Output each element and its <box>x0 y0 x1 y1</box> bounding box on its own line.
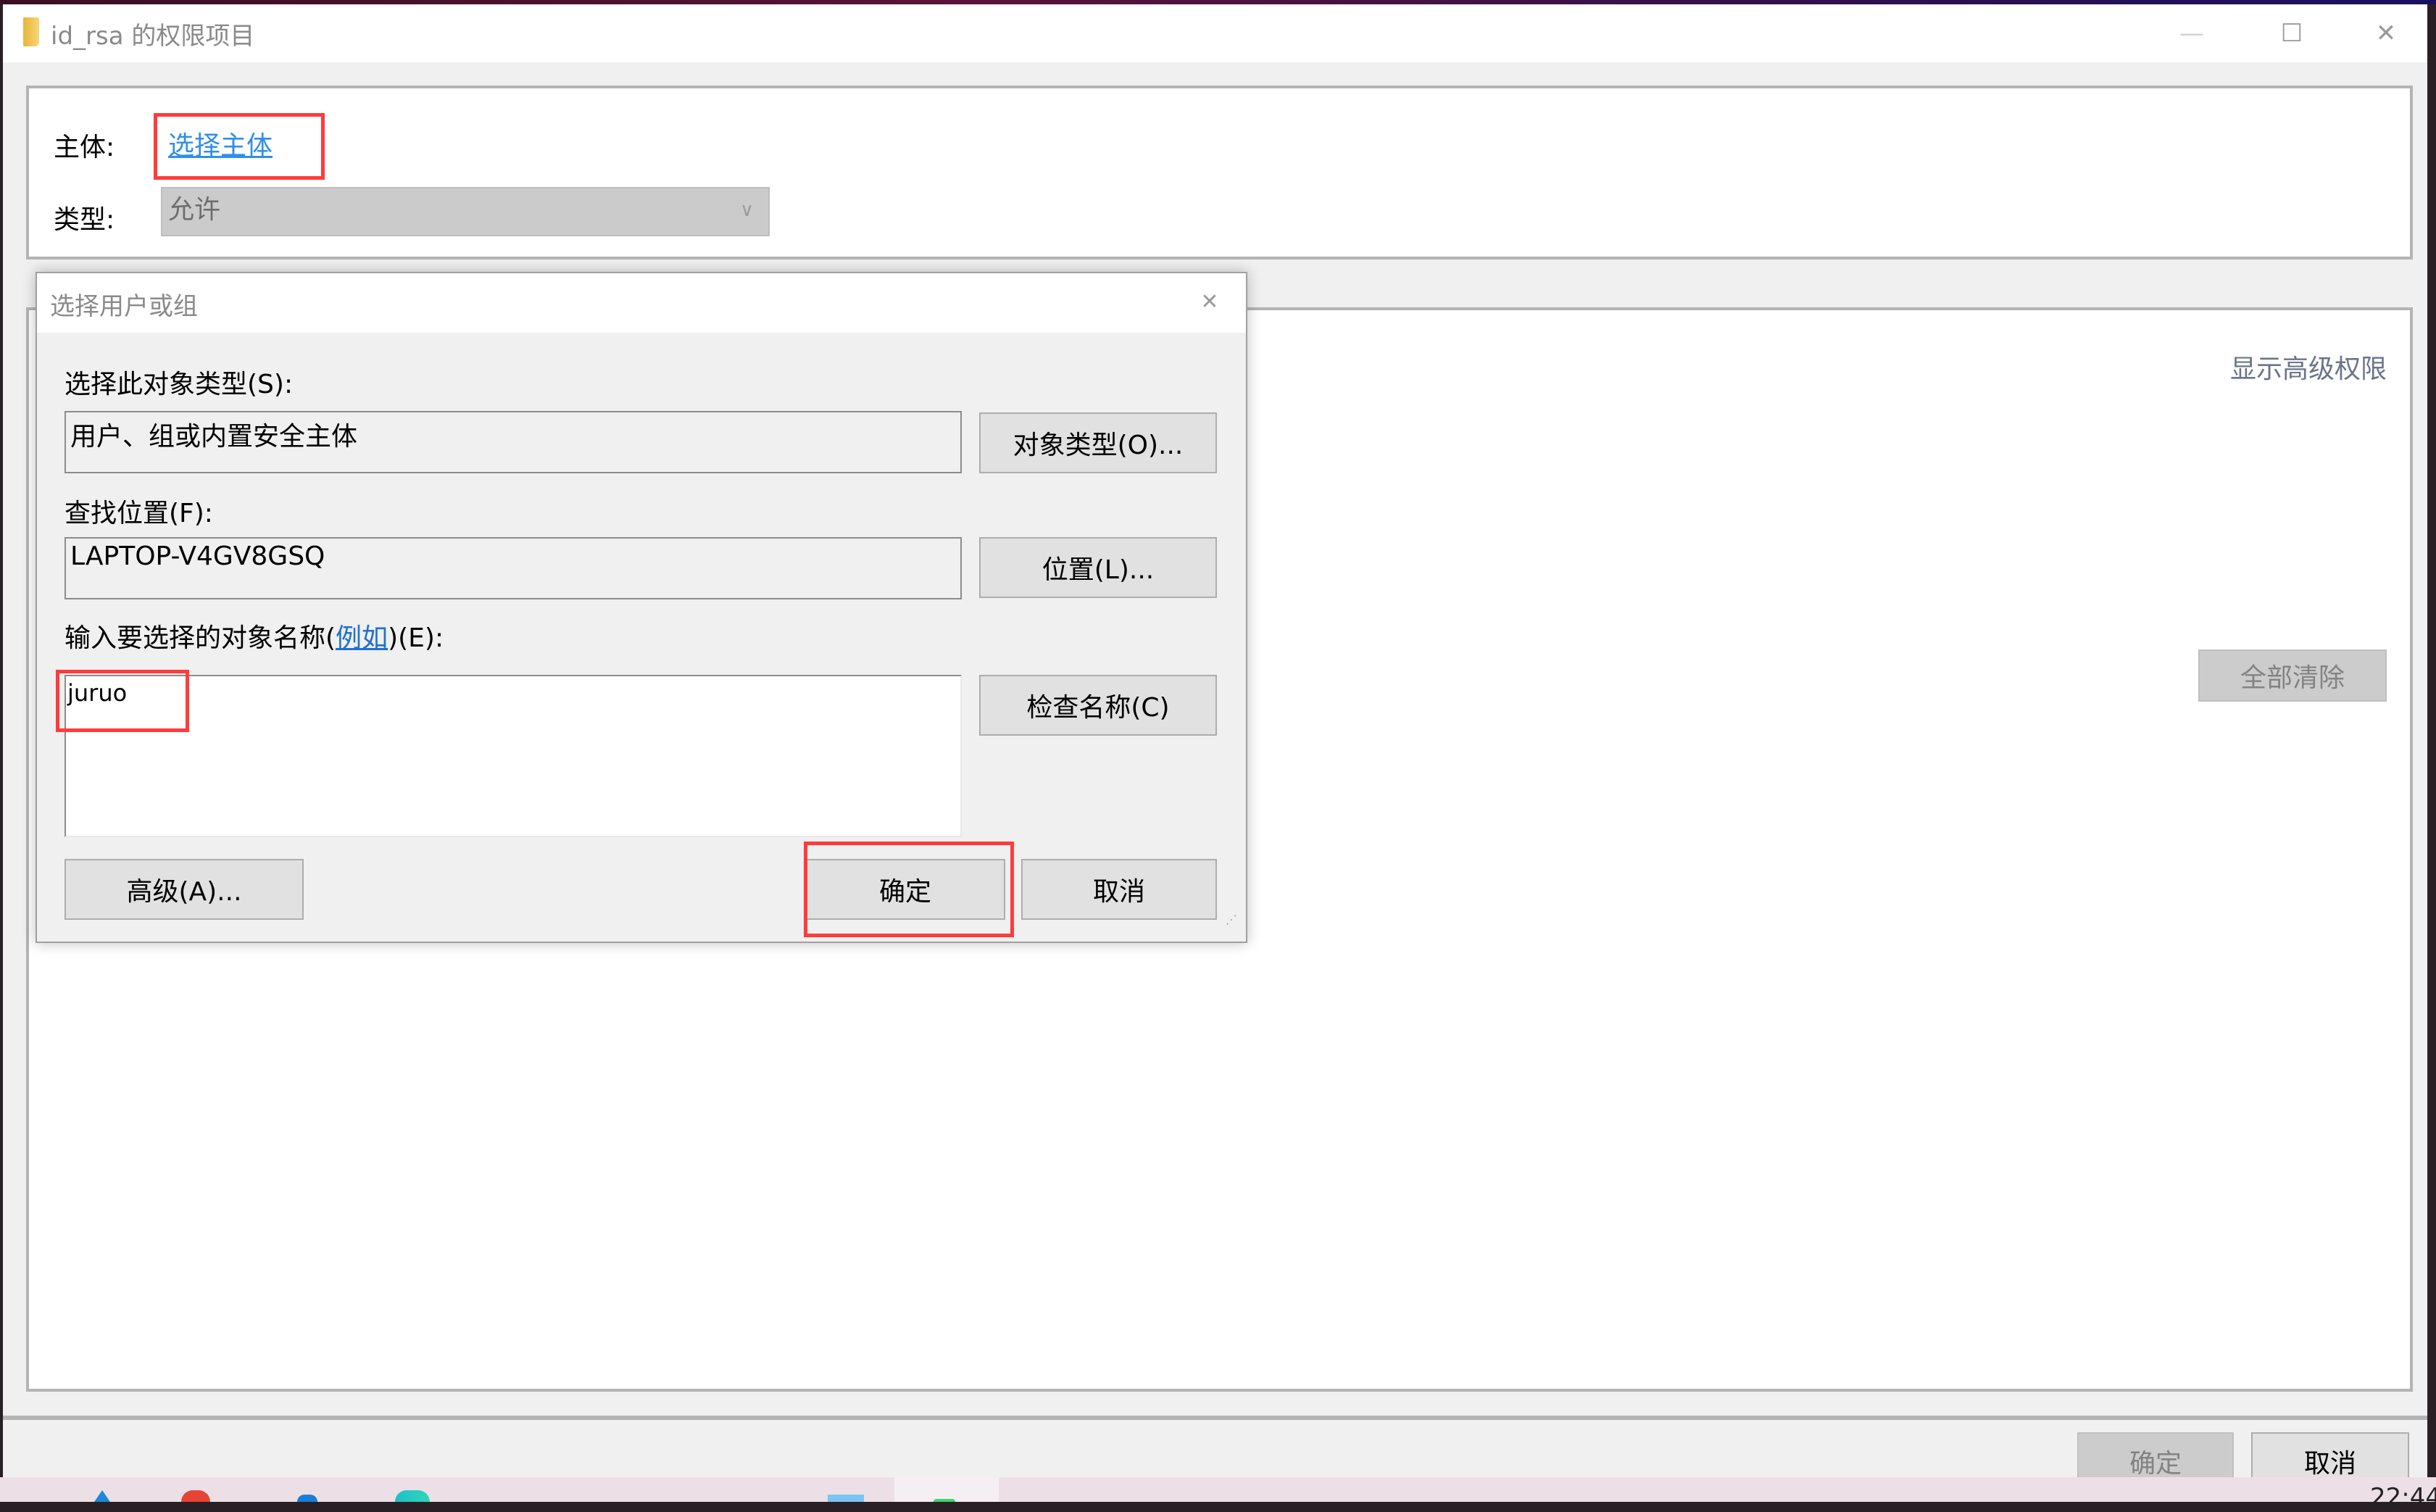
taskbar-active-app[interactable] <box>894 1477 999 1502</box>
taskbar-app-icon-4[interactable] <box>395 1490 430 1502</box>
taskbar-app-icon-3[interactable] <box>297 1495 317 1502</box>
resize-grip-icon[interactable]: ⋰ <box>1226 914 1237 926</box>
object-type-field: 用户、组或内置安全主体 <box>65 411 962 473</box>
close-button[interactable]: ✕ <box>2364 12 2408 55</box>
title-bar: id_rsa 的权限项目 — ☐ ✕ <box>3 4 2427 62</box>
principal-label: 主体: <box>54 133 115 162</box>
maximize-button[interactable]: ☐ <box>2270 12 2314 55</box>
object-names-label-prefix: 输入要选择的对象名称( <box>65 623 336 653</box>
dialog-title: 选择用户或组 <box>50 292 198 321</box>
taskbar-clock[interactable]: 22:44 <box>2370 1483 2436 1512</box>
examples-link[interactable]: 例如 <box>336 623 388 653</box>
object-names-input[interactable]: juruo <box>65 675 962 837</box>
dialog-cancel-button[interactable]: 取消 <box>1021 859 1217 920</box>
dialog-title-bar: 选择用户或组 ✕ <box>37 273 1246 333</box>
chevron-down-icon: ∨ <box>739 199 754 221</box>
taskbar: 22:44 <box>0 1477 2436 1512</box>
type-dropdown-value: 允许 <box>168 195 221 225</box>
taskbar-app-icon-6 <box>934 1499 955 1502</box>
highlight-box-names <box>56 670 189 732</box>
highlight-box-principal <box>154 113 325 180</box>
clear-all-button[interactable]: 全部清除 <box>2198 649 2387 702</box>
advanced-button[interactable]: 高级(A)... <box>65 859 304 920</box>
check-names-button[interactable]: 检查名称(C) <box>979 675 1217 736</box>
taskbar-app-icon-2[interactable] <box>181 1490 210 1502</box>
object-type-label: 选择此对象类型(S): <box>65 370 294 399</box>
location-field: LAPTOP-V4GV8GSQ <box>65 537 962 599</box>
footer-divider <box>3 1416 2427 1420</box>
minimize-button[interactable]: — <box>2170 12 2213 55</box>
dialog-close-button[interactable]: ✕ <box>1188 281 1231 324</box>
principal-group: 主体: 选择主体 类型: 允许 ∨ <box>26 86 2413 259</box>
select-users-or-groups-dialog: 选择用户或组 ✕ 选择此对象类型(S): 用户、组或内置安全主体 对象类型(O)… <box>36 272 1247 943</box>
highlight-box-ok <box>804 842 1014 937</box>
type-dropdown[interactable]: 允许 ∨ <box>161 187 770 236</box>
taskbar-app-icon-1[interactable] <box>94 1490 110 1502</box>
locations-button[interactable]: 位置(L)... <box>979 537 1217 598</box>
object-names-label: 输入要选择的对象名称(例如)(E): <box>65 617 444 655</box>
window-title: id_rsa 的权限项目 <box>51 22 255 51</box>
object-types-button[interactable]: 对象类型(O)... <box>979 412 1217 473</box>
taskbar-app-icon-5[interactable] <box>828 1495 864 1502</box>
object-names-label-suffix: )(E): <box>388 623 444 653</box>
location-label: 查找位置(F): <box>65 499 213 528</box>
type-label: 类型: <box>54 205 115 235</box>
folder-icon <box>23 17 39 46</box>
show-advanced-permissions-link[interactable]: 显示高级权限 <box>2230 348 2387 386</box>
